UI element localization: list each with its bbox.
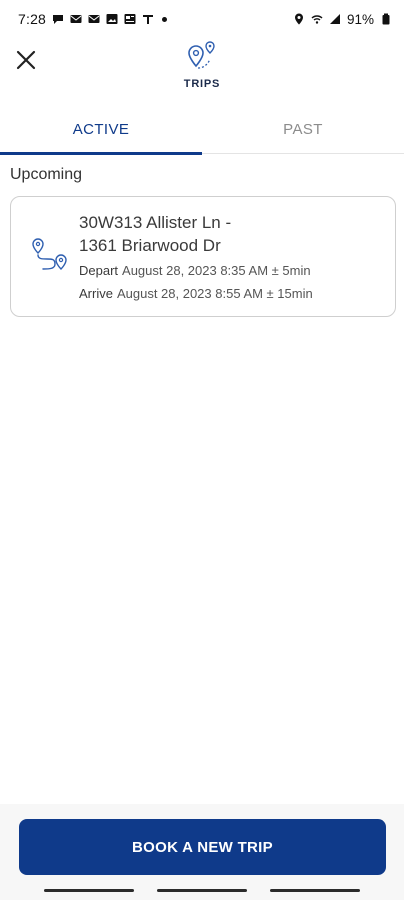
arrive-label: Arrive: [79, 286, 113, 301]
nav-home-button[interactable]: [157, 889, 247, 892]
status-bar: 7:28 91%: [0, 0, 404, 38]
depart-value: August 28, 2023 8:35 AM ± 5min: [122, 263, 311, 278]
route-icon: [32, 238, 67, 270]
wifi-icon: [311, 15, 323, 24]
trip-route-destination: 1361 Briarwood Dr: [79, 236, 221, 255]
nav-recents-button[interactable]: [44, 889, 134, 892]
tab-bar: ACTIVE PAST: [0, 104, 404, 155]
news-icon: [124, 14, 136, 24]
status-time: 7:28: [18, 11, 47, 27]
flag-icon: [143, 15, 154, 24]
header: TRIPS: [0, 38, 404, 102]
status-left: 7:28: [18, 11, 168, 27]
trip-card[interactable]: 30W313 Allister Ln - 1361 Briarwood Dr D…: [10, 196, 396, 317]
book-new-trip-button[interactable]: BOOK A NEW TRIP: [19, 819, 386, 875]
depart-label: Depart: [79, 263, 119, 278]
trip-route: 30W313 Allister Ln - 1361 Briarwood Dr: [79, 211, 379, 257]
close-icon: [16, 50, 36, 70]
notification-dot: [162, 16, 168, 22]
status-right: 91%: [293, 12, 392, 27]
tab-active[interactable]: ACTIVE: [0, 104, 202, 155]
battery-icon: [382, 13, 390, 25]
image-icon: [106, 14, 118, 24]
signal-icon: [329, 14, 340, 24]
page-title: TRIPS: [183, 78, 221, 90]
trip-depart-row: Depart August 28, 2023 8:35 AM ± 5min: [79, 263, 311, 278]
mail-icon: [70, 15, 82, 23]
trip-route-origin: 30W313 Allister Ln -: [79, 213, 232, 232]
nav-back-button[interactable]: [270, 889, 360, 892]
arrive-value: August 28, 2023 8:55 AM ± 15min: [116, 286, 313, 301]
mail-icon: [88, 15, 100, 23]
section-label-upcoming: Upcoming: [10, 166, 83, 183]
tab-past[interactable]: PAST: [202, 104, 404, 154]
route-pins-icon: [188, 41, 215, 69]
location-icon: [294, 13, 303, 25]
trip-arrive-row: Arrive August 28, 2023 8:55 AM ± 15min: [79, 286, 313, 301]
system-navigation-bar: [0, 889, 404, 895]
chat-icon: [53, 15, 64, 24]
battery-percent: 91%: [346, 11, 374, 27]
close-button[interactable]: [10, 42, 42, 78]
